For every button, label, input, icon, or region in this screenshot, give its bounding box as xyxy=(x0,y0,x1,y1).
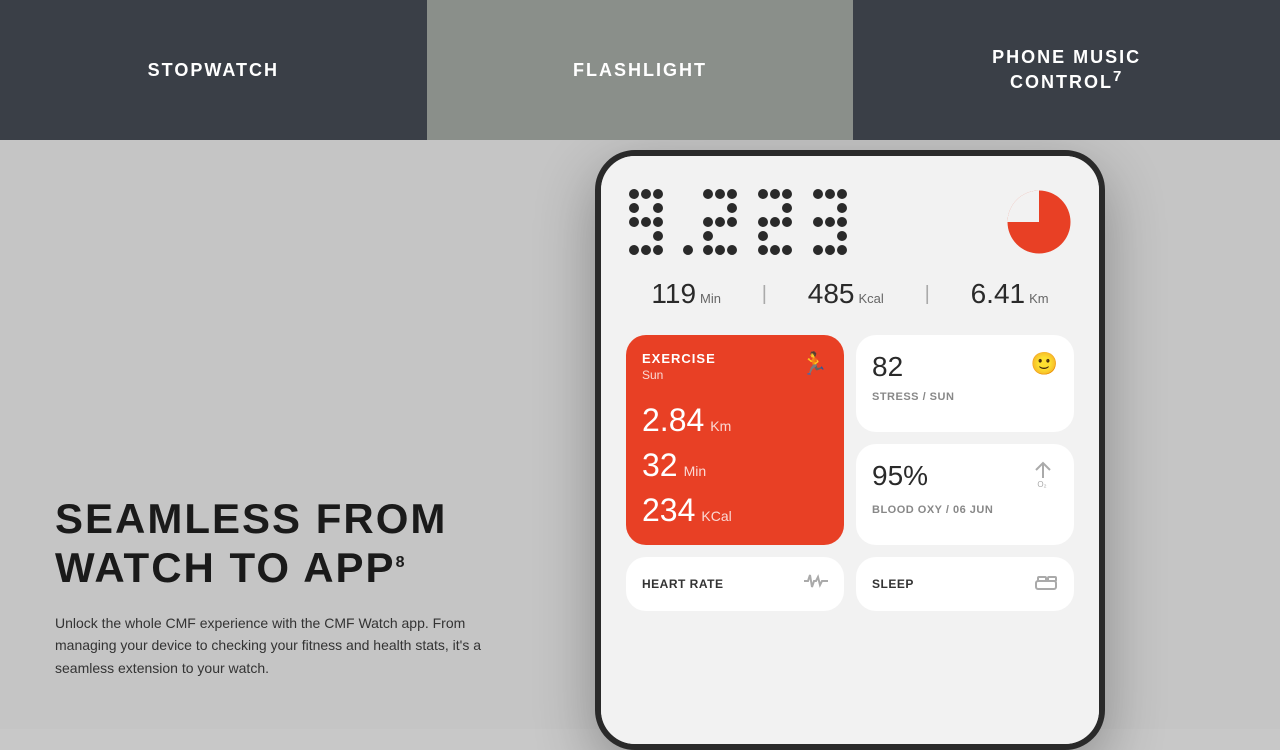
blood-oxy-widget: 95% O₂ BLOOD OXY / 06 JUN xyxy=(856,444,1074,545)
digit-2b xyxy=(755,186,805,258)
steps-display xyxy=(626,186,860,258)
phone-container: 119 Min | 485 Kcal | 6.41 Km xyxy=(560,140,1140,729)
digit-3 xyxy=(810,186,860,258)
stress-widget: 82 🙂 STRESS / SUN xyxy=(856,335,1074,432)
nav-phone-music[interactable]: PHONE MUSICCONTROL7 xyxy=(853,0,1280,140)
top-navigation: STOPWATCH FLASHLIGHT PHONE MUSICCONTROL7 xyxy=(0,0,1280,140)
stats-row: 119 Min | 485 Kcal | 6.41 Km xyxy=(626,278,1074,310)
exercise-stats: 2.84 Km 32 Min 234 KCal xyxy=(642,402,828,529)
smiley-icon: 🙂 xyxy=(1031,351,1058,377)
pie-chart xyxy=(1004,187,1074,257)
seamless-description: Unlock the whole CMF experience with the… xyxy=(55,612,485,679)
digit-2 xyxy=(700,186,750,258)
steps-section xyxy=(626,186,1074,258)
oxygen-icon: O₂ xyxy=(1028,460,1058,496)
sleep-icon xyxy=(1034,571,1058,597)
left-panel: SEAMLESS FROM WATCH TO APP8 Unlock the w… xyxy=(0,140,560,729)
stat-min: 119 Min xyxy=(651,278,721,310)
exercise-header: EXERCISE Sun 🏃 xyxy=(642,351,828,382)
stat-kcal: 485 Kcal xyxy=(808,278,884,310)
svg-text:O₂: O₂ xyxy=(1037,480,1046,489)
exercise-widget: EXERCISE Sun 🏃 2.84 Km 32 xyxy=(626,335,844,545)
sleep-widget: SLEEP xyxy=(856,557,1074,611)
digit-comma xyxy=(681,186,695,258)
run-icon: 🏃 xyxy=(801,351,828,377)
nav-stopwatch[interactable]: STOPWATCH xyxy=(0,0,427,140)
widget-grid: EXERCISE Sun 🏃 2.84 Km 32 xyxy=(626,335,1074,545)
seamless-title: SEAMLESS FROM WATCH TO APP8 xyxy=(55,495,505,592)
phone-screen: 119 Min | 485 Kcal | 6.41 Km xyxy=(601,156,1099,744)
phone-mockup: 119 Min | 485 Kcal | 6.41 Km xyxy=(595,150,1105,750)
exercise-calories: 234 KCal xyxy=(642,492,828,529)
stat-km: 6.41 Km xyxy=(971,278,1049,310)
heart-rate-widget: HEART RATE xyxy=(626,557,844,611)
exercise-time: 32 Min xyxy=(642,447,828,484)
heart-rate-icon xyxy=(804,571,828,597)
exercise-distance: 2.84 Km xyxy=(642,402,828,439)
digit-9 xyxy=(626,186,676,258)
nav-flashlight[interactable]: FLASHLIGHT xyxy=(427,0,854,140)
bottom-widgets: HEART RATE SLEEP xyxy=(626,557,1074,611)
